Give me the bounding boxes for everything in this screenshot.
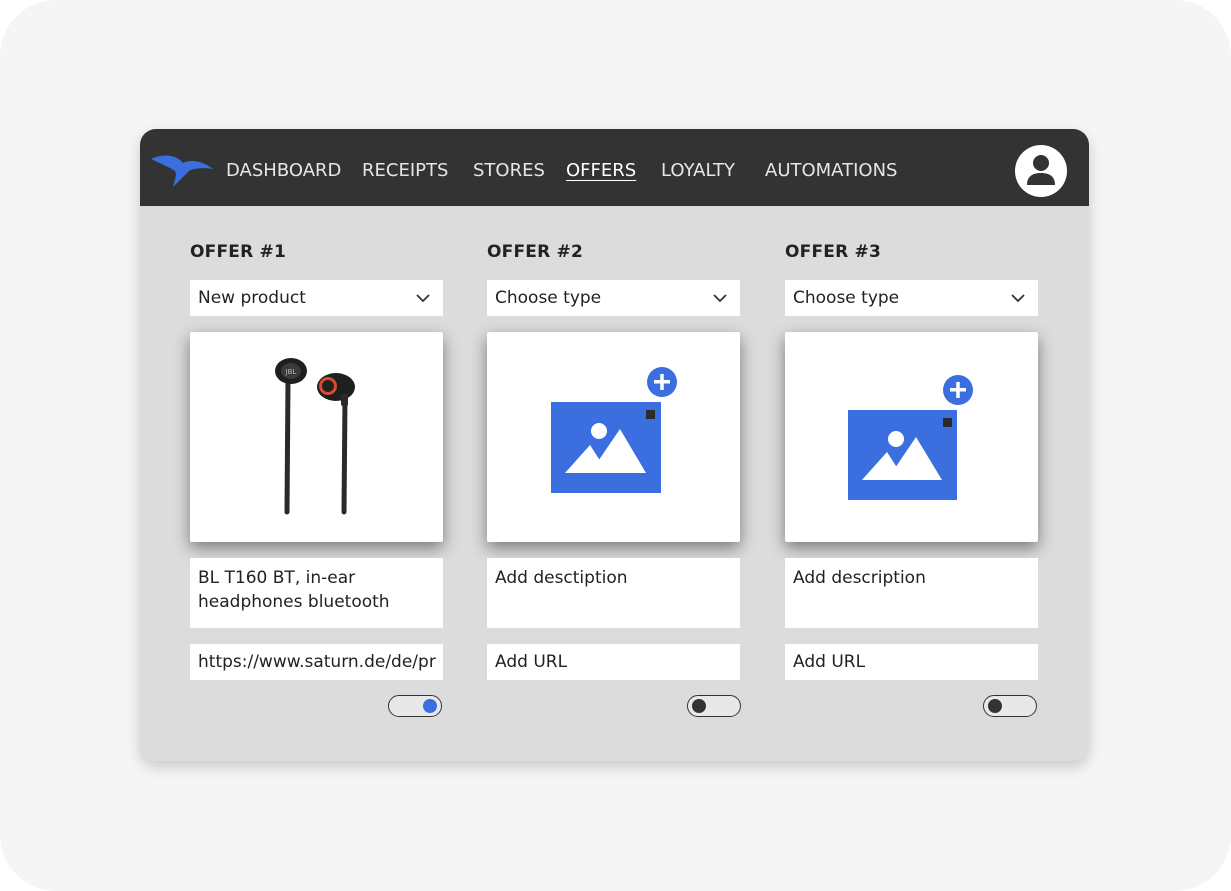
toggle-knob [423,699,437,713]
offer-image-card[interactable] [785,332,1038,542]
offer-enable-toggle[interactable] [687,695,741,717]
bird-logo-icon[interactable] [149,149,213,189]
toggle-knob [988,699,1002,713]
offer-url-field[interactable]: Add URL [487,644,740,680]
offer-type-value: Choose type [793,288,900,308]
earphones-product-image: JBL [275,358,355,515]
canvas-background: DASHBOARD RECEIPTS STORES OFFERS LOYALTY… [0,0,1231,891]
top-navigation-bar: DASHBOARD RECEIPTS STORES OFFERS LOYALTY… [140,129,1089,206]
chevron-down-icon [713,294,727,303]
svg-text:JBL: JBL [285,368,297,376]
offer-type-value: New product [198,288,306,308]
nav-automations[interactable]: AUTOMATIONS [765,159,897,183]
offer-type-value: Choose type [495,288,602,308]
chevron-down-icon [1011,294,1025,303]
nav-dashboard[interactable]: DASHBOARD [226,159,341,183]
offer-url-field[interactable]: Add URL [785,644,1038,680]
offer-type-select[interactable]: Choose type [785,280,1038,316]
nav-stores[interactable]: STORES [473,159,545,183]
nav-offers[interactable]: OFFERS [566,159,636,183]
offer-title: OFFER #2 [487,242,583,262]
offer-url-field[interactable]: https://www.saturn.de/de/pr [190,644,443,680]
offer-type-select[interactable]: Choose type [487,280,740,316]
offer-image-card[interactable] [487,332,740,542]
offer-description-field[interactable]: Add description [785,558,1038,628]
user-avatar-icon[interactable] [1014,144,1068,198]
offer-title: OFFER #1 [190,242,286,262]
offer-title: OFFER #3 [785,242,881,262]
offer-type-select[interactable]: New product [190,280,443,316]
offer-enable-toggle[interactable] [983,695,1037,717]
chevron-down-icon [416,294,430,303]
offer-description-field[interactable]: BL T160 BT, in-ear headphones bluetooth [190,558,443,628]
add-image-icon[interactable] [785,332,1038,542]
offer-enable-toggle[interactable] [388,695,442,717]
nav-receipts[interactable]: RECEIPTS [362,159,448,183]
add-image-icon[interactable] [487,332,740,542]
toggle-knob [692,699,706,713]
offer-description-field[interactable]: Add desctiption [487,558,740,628]
app-window: DASHBOARD RECEIPTS STORES OFFERS LOYALTY… [140,129,1089,761]
nav-loyalty[interactable]: LOYALTY [661,159,735,183]
offer-image-card[interactable]: JBL [190,332,443,542]
